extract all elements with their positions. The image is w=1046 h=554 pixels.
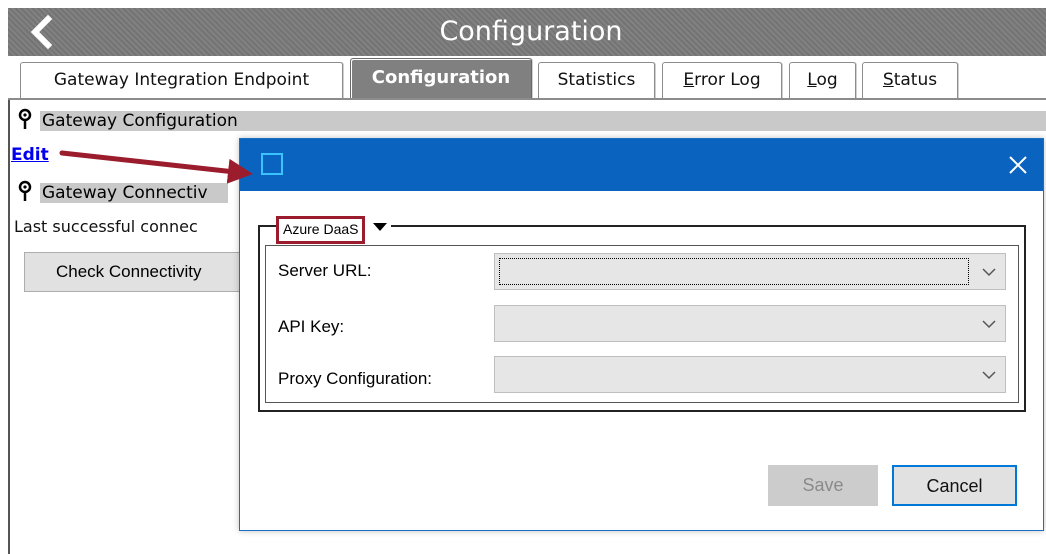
tab-label: Error Log [683, 70, 761, 90]
title-bar: Configuration [8, 8, 1046, 56]
tab-divider [8, 98, 1046, 100]
tab-label: Gateway Integration Endpoint [53, 70, 310, 90]
tab-error-log[interactable]: Error Log [662, 62, 782, 98]
panel-border [8, 100, 10, 554]
tab-label: Log [807, 70, 838, 90]
pin-icon [18, 180, 32, 201]
provider-label: Azure DaaS [276, 216, 366, 244]
tab-statistics[interactable]: Statistics [538, 62, 655, 98]
proxy-configuration-label: Proxy Configuration: [278, 369, 433, 388]
close-icon[interactable] [1005, 152, 1031, 178]
dialog-header [240, 139, 1043, 191]
api-key-label: API Key: [278, 317, 345, 336]
proxy-configuration-combo[interactable] [494, 356, 1006, 393]
tab-configuration[interactable]: Configuration [350, 58, 532, 98]
tab-label: Statistics [557, 70, 636, 90]
pin-icon [18, 108, 32, 129]
provider-selector[interactable]: Azure DaaS [276, 216, 392, 244]
save-button[interactable]: Save [768, 465, 878, 506]
tab-label: Status [882, 70, 938, 90]
cancel-button[interactable]: Cancel [892, 465, 1017, 506]
caret-down-icon[interactable] [373, 223, 388, 231]
chevron-down-icon[interactable] [981, 368, 997, 382]
tab-gateway-integration-endpoint[interactable]: Gateway Integration Endpoint [20, 62, 343, 98]
gateway-configuration-label: Gateway Configuration [40, 111, 1046, 131]
server-url-combo[interactable] [494, 253, 1006, 290]
check-connectivity-button[interactable]: Check Connectivity [24, 252, 254, 292]
server-url-label: Server URL: [278, 261, 372, 280]
edit-link[interactable]: Edit [11, 145, 49, 165]
focus-rect [499, 258, 969, 285]
api-key-combo[interactable] [494, 305, 1006, 342]
app-icon [261, 153, 283, 175]
chevron-down-icon[interactable] [981, 317, 997, 331]
chevron-down-icon[interactable] [981, 265, 997, 279]
tab-log[interactable]: Log [789, 62, 856, 98]
gateway-configuration-row: Gateway Configuration [10, 106, 1046, 136]
window-title: Configuration [439, 16, 623, 47]
configuration-dialog: Azure DaaS Server URL: API Key: Proxy Co… [239, 138, 1044, 531]
tab-status[interactable]: Status [862, 62, 958, 98]
tab-label: Configuration [371, 67, 511, 88]
gateway-connectivity-label: Gateway Connectiv [40, 183, 228, 203]
last-connection-text: Last successful connec [14, 217, 198, 236]
